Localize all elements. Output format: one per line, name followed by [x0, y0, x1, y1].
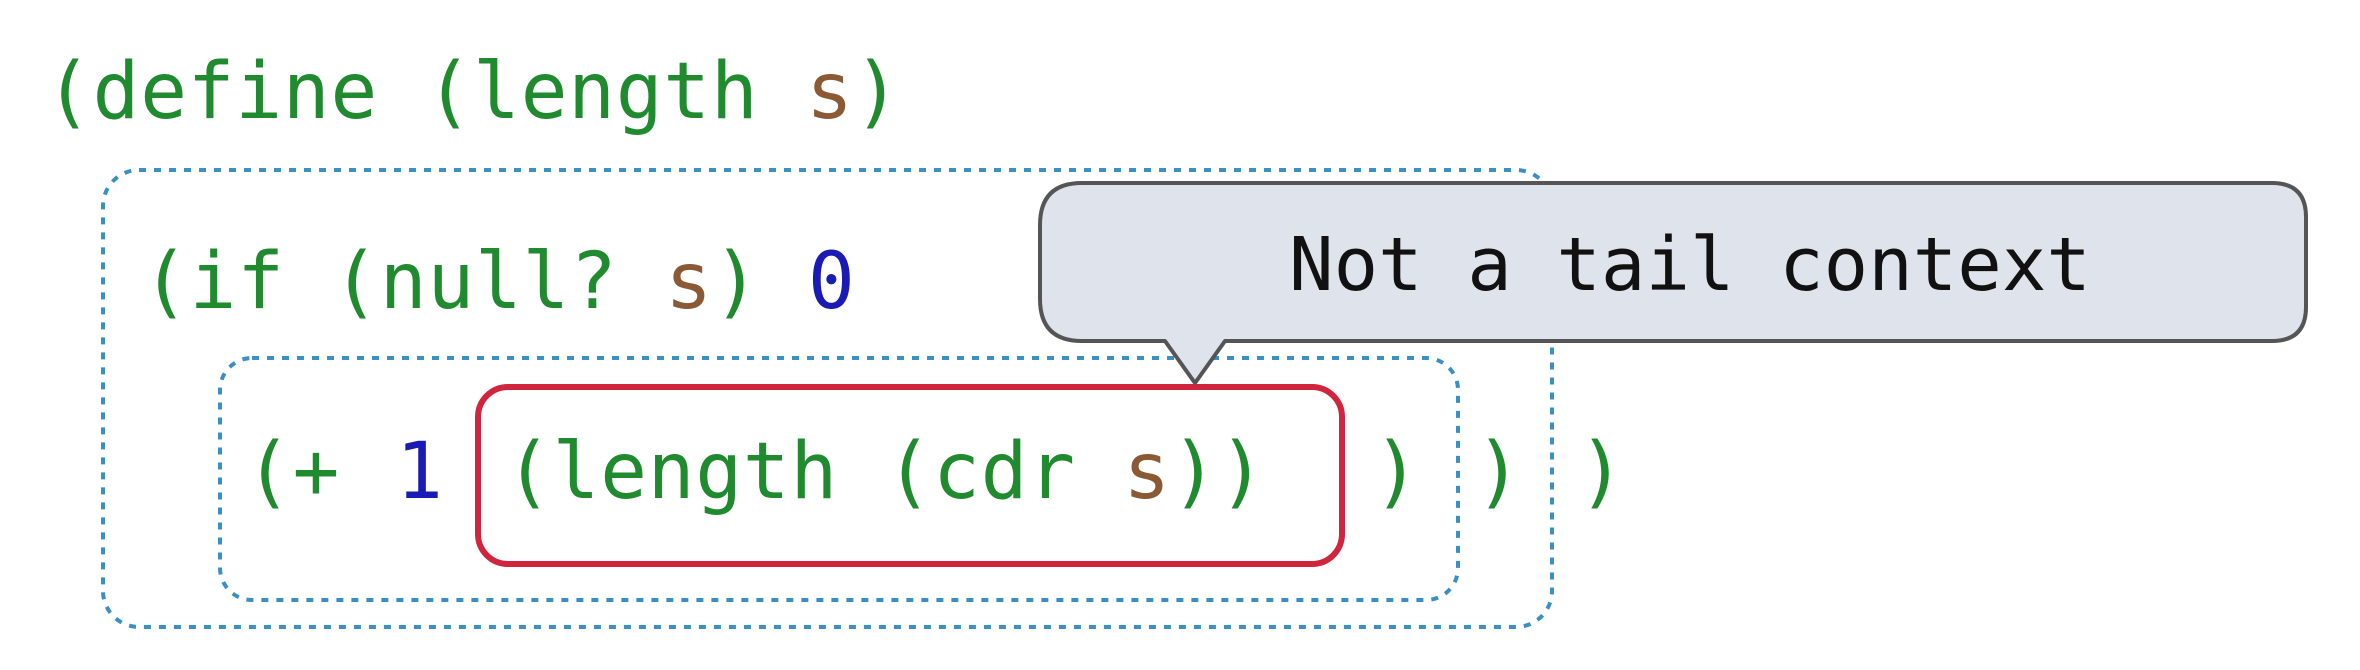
if-zero: 0 [808, 237, 856, 327]
callout-text: Not a tail context [1289, 222, 2091, 308]
define-head-close: ) [854, 47, 902, 137]
plus-one: 1 [396, 427, 444, 517]
callout: Not a tail context [1038, 181, 2308, 385]
define-line: (define (length s) [45, 47, 901, 137]
recursive-call: (length (cdr s)) [505, 427, 1266, 517]
if-arg-s: s [665, 237, 713, 327]
recursive-call-close: )) [1171, 427, 1266, 517]
if-head: (if (null? [142, 237, 665, 327]
recursive-call-arg: s [1123, 427, 1171, 517]
plus-open: (+ [245, 427, 340, 517]
if-close: ) [1475, 427, 1523, 517]
plus-close: ) [1373, 427, 1421, 517]
define-head: (define (length [45, 47, 806, 137]
define-close: ) [1578, 427, 1626, 517]
param-s: s [806, 47, 854, 137]
tail-context-diagram: (define (length s) (if (null? s) 0 (+ 1 … [45, 47, 2308, 629]
if-line: (if (null? s) 0 [142, 237, 855, 327]
recursive-call-head: (length (cdr [505, 427, 1123, 517]
if-null-close: ) [713, 237, 808, 327]
